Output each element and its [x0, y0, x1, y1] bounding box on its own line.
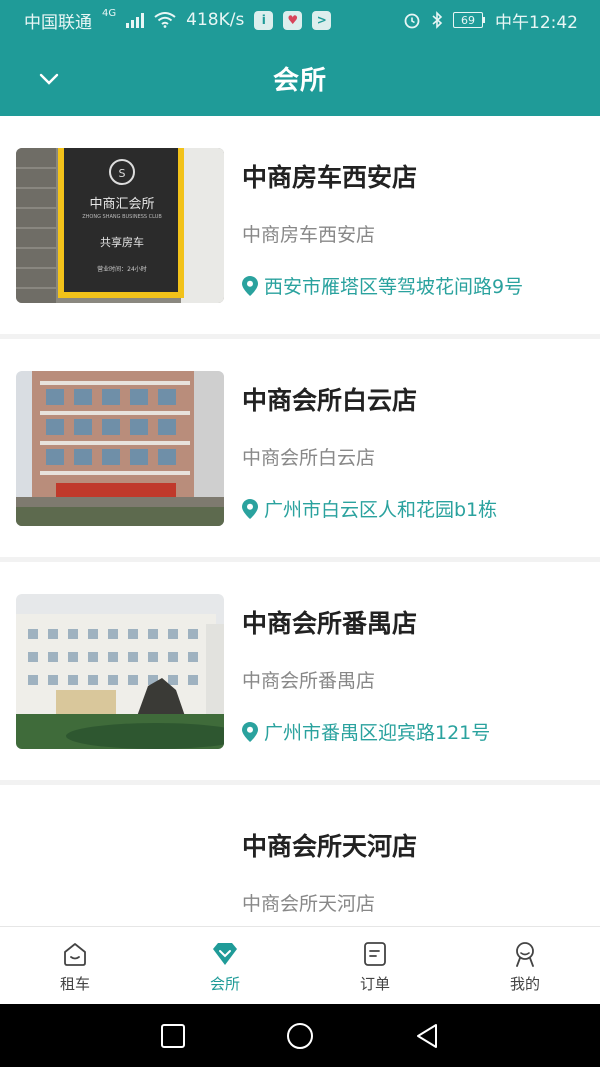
system-nav-bar [0, 1004, 600, 1067]
home-icon [61, 940, 89, 968]
location-pin-icon [242, 498, 258, 519]
sign-club-name: 中商汇会所 [89, 197, 154, 212]
store-address-text: 广州市番禺区迎宾路121号 [264, 722, 491, 744]
store-address-text: 广州市白云区人和花园b1栋 [264, 499, 498, 521]
sign-club-english: ZHONG SHANG BUSINESS CLUB [82, 214, 162, 220]
user-icon [511, 940, 539, 968]
clock: 中午12:42 [495, 12, 578, 33]
store-subtitle: 中商房车西安店 [242, 224, 376, 246]
store-name: 中商房车西安店 [242, 163, 418, 192]
tab-label: 租车 [59, 975, 90, 993]
carrier-label: 中国联通 [24, 12, 92, 33]
store-card[interactable]: 中商会所番禺店 中商会所番禺店 广州市番禺区迎宾路121号 [0, 562, 600, 780]
diamond-icon [211, 940, 239, 968]
store-address[interactable]: 广州市白云区人和花园b1栋 [242, 495, 497, 522]
store-name: 中商会所番禺店 [242, 609, 418, 638]
sign-hours: 营业时间：24小时 [97, 265, 147, 273]
store-photo [16, 594, 224, 749]
sign-shared-rv: 共享房车 [100, 235, 144, 249]
bottom-tab-bar: 租车 会所 订单 我的 [0, 926, 600, 1004]
location-pin-icon [242, 275, 258, 296]
svg-text:S: S [119, 167, 126, 180]
store-photo [16, 817, 224, 926]
store-address-text: 西安市雁塔区等驾坡花间路9号 [264, 276, 524, 298]
store-photo: S 中商汇会所 ZHONG SHANG BUSINESS CLUB 共享房车 营… [16, 148, 224, 303]
home-button[interactable] [280, 1016, 320, 1056]
tab-rent[interactable]: 租车 [0, 927, 150, 1004]
media-app-icon: > [312, 10, 332, 30]
bluetooth-icon [432, 11, 443, 29]
store-photo [16, 371, 224, 526]
network-type: 4G [102, 7, 117, 19]
location-pin-icon [242, 721, 258, 742]
store-name: 中商会所天河店 [242, 832, 418, 861]
recents-button[interactable] [153, 1016, 193, 1056]
tab-label: 我的 [509, 975, 540, 993]
page-title: 会所 [272, 65, 327, 96]
chevron-down-icon[interactable] [38, 68, 60, 90]
net-speed: 418K/s [186, 10, 245, 30]
battery-icon: 69 [453, 12, 485, 28]
order-icon [361, 940, 389, 968]
store-card[interactable]: 中商会所天河店 中商会所天河店 [0, 785, 600, 926]
tab-club[interactable]: 会所 [150, 927, 300, 1004]
store-address[interactable]: 广州市番禺区迎宾路121号 [242, 718, 490, 745]
wifi-icon [154, 12, 176, 28]
store-card[interactable]: 中商会所白云店 中商会所白云店 广州市白云区人和花园b1栋 [0, 339, 600, 557]
tab-label: 订单 [359, 975, 390, 993]
alarm-icon [404, 13, 420, 29]
store-subtitle: 中商会所天河店 [242, 893, 376, 915]
store-address[interactable]: 西安市雁塔区等驾坡花间路9号 [242, 272, 523, 299]
tab-label: 会所 [209, 975, 240, 993]
status-bar: 中国联通 4G 418K/s i ♥ > 69 中午12:42 [0, 0, 600, 40]
store-list[interactable]: S 中商汇会所 ZHONG SHANG BUSINESS CLUB 共享房车 营… [0, 116, 600, 926]
tab-orders[interactable]: 订单 [300, 927, 450, 1004]
app-header: 会所 [0, 40, 600, 116]
battery-level: 69 [453, 12, 483, 28]
store-name: 中商会所白云店 [242, 386, 418, 415]
store-subtitle: 中商会所番禺店 [242, 670, 376, 692]
store-card[interactable]: S 中商汇会所 ZHONG SHANG BUSINESS CLUB 共享房车 营… [0, 116, 600, 334]
pocket-app-icon: ♥ [283, 10, 303, 30]
store-subtitle: 中商会所白云店 [242, 447, 376, 469]
signal-icon [126, 12, 145, 28]
tab-mine[interactable]: 我的 [450, 927, 600, 1004]
info-app-icon: i [254, 10, 274, 30]
back-button[interactable] [407, 1016, 447, 1056]
